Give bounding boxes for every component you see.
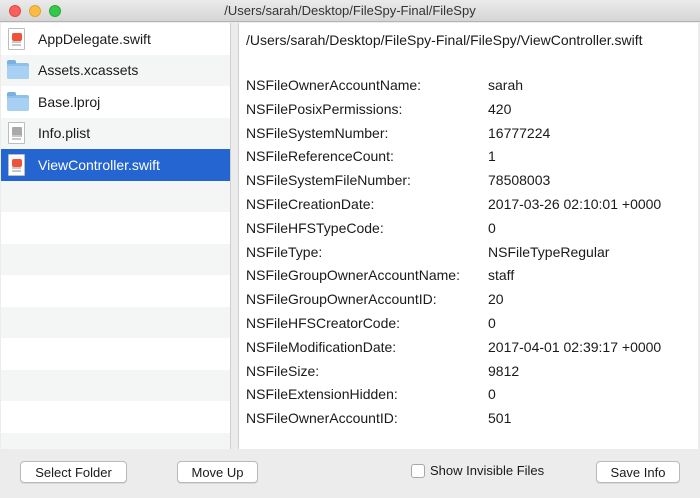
move-up-button[interactable]: Move Up — [177, 461, 258, 483]
file-list-item[interactable]: AppDelegate.swift — [1, 23, 230, 55]
attribute-row: NSFileCreationDate: 2017-03-26 02:10:01 +… — [246, 196, 696, 220]
file-path: /Users/sarah/Desktop/FileSpy-Final/FileS… — [246, 32, 643, 48]
attribute-value: staff — [488, 267, 515, 284]
file-list-item-label: Base.lproj — [38, 93, 101, 110]
select-folder-button[interactable]: Select Folder — [20, 461, 127, 483]
file-list-empty-row — [1, 212, 230, 244]
file-list-item-label: AppDelegate.swift — [38, 30, 151, 47]
file-list-item-label: ViewController.swift — [38, 156, 160, 173]
attribute-key: NSFileOwnerAccountID: — [246, 410, 398, 427]
attribute-value: 0 — [488, 386, 496, 403]
attribute-row: NSFileOwnerAccountName: sarah — [246, 77, 696, 101]
attribute-value: NSFileTypeRegular — [488, 243, 610, 260]
file-list-empty-row — [1, 401, 230, 433]
attribute-key: NSFileCreationDate: — [246, 195, 375, 212]
attribute-row: NSFileSystemNumber: 16777224 — [246, 125, 696, 149]
attribute-row: NSFileGroupOwnerAccountID: 20 — [246, 291, 696, 315]
attribute-row: NSFilePosixPermissions: 420 — [246, 101, 696, 125]
attribute-value: 0 — [488, 219, 496, 236]
swift-file-icon — [7, 153, 27, 177]
attribute-row: NSFileModificationDate: 2017-04-01 02:39:… — [246, 339, 696, 363]
attribute-row: NSFileHFSCreatorCode: 0 — [246, 315, 696, 339]
title-bar[interactable]: /Users/sarah/Desktop/FileSpy-Final/FileS… — [0, 0, 700, 22]
attribute-key: NSFileGroupOwnerAccountID: — [246, 291, 437, 308]
folder-icon — [7, 90, 29, 114]
attribute-row: NSFileSize: 9812 — [246, 363, 696, 387]
attribute-key: NSFileOwnerAccountName: — [246, 77, 422, 93]
file-list-empty-row — [1, 338, 230, 370]
attribute-value: 78508003 — [488, 172, 551, 189]
file-list-empty-row — [1, 306, 230, 338]
attribute-key: NSFileModificationDate: — [246, 338, 397, 355]
attribute-key: NSFileSystemFileNumber: — [246, 172, 411, 189]
attribute-value: 9812 — [488, 362, 520, 379]
save-info-button[interactable]: Save Info — [596, 461, 680, 483]
file-list-item[interactable]: ViewController.swift — [1, 149, 230, 181]
file-list[interactable]: AppDelegate.swift Assets.xcassets Base.lpr… — [1, 23, 231, 449]
file-list-item-label: Info.plist — [38, 125, 91, 142]
file-list-empty-row — [1, 243, 230, 275]
attribute-key: NSFileSystemNumber: — [246, 124, 389, 141]
file-list-empty-row — [1, 180, 230, 212]
attribute-value: 420 — [488, 100, 512, 117]
attribute-value: 16777224 — [488, 124, 551, 141]
file-list-item[interactable]: Info.plist — [1, 117, 230, 149]
attribute-value: 20 — [488, 291, 504, 308]
show-invisible-files-toggle[interactable]: Show Invisible Files — [411, 463, 544, 478]
attribute-value: 501 — [488, 410, 512, 427]
attribute-row: NSFileExtensionHidden: 0 — [246, 386, 696, 410]
file-list-item[interactable]: Base.lproj — [1, 86, 230, 118]
attribute-value: 0 — [488, 314, 496, 331]
file-list-item-label: Assets.xcassets — [38, 62, 139, 79]
attribute-key: NSFileGroupOwnerAccountName: — [246, 267, 460, 284]
file-list-empty-row — [1, 432, 230, 449]
attribute-key: NSFileExtensionHidden: — [246, 386, 398, 403]
show-invisible-files-label[interactable]: Show Invisible Files — [430, 463, 544, 478]
file-info-panel: /Users/sarah/Desktop/FileSpy-Final/FileS… — [238, 23, 698, 449]
attribute-row: NSFileReferenceCount: 1 — [246, 148, 696, 172]
attribute-list: NSFileOwnerAccountName: sarah NSFilePosixP… — [246, 77, 696, 434]
plist-file-icon — [7, 121, 27, 145]
attribute-key: NSFileHFSTypeCode: — [246, 219, 384, 236]
folder-icon — [7, 58, 29, 82]
show-invisible-files-checkbox[interactable] — [411, 463, 425, 478]
attribute-key: NSFileType: — [246, 243, 323, 260]
attribute-key: NSFileSize: — [246, 362, 320, 379]
attribute-row: NSFileGroupOwnerAccountName: staff — [246, 267, 696, 291]
attribute-row: NSFileType: NSFileTypeRegular — [246, 244, 696, 268]
file-list-item[interactable]: Assets.xcassets — [1, 54, 230, 86]
file-spy-window: /Users/sarah/Desktop/FileSpy-Final/FileS… — [0, 0, 700, 498]
attribute-value: 2017-03-26 02:10:01 +0000 — [488, 195, 662, 212]
attribute-key: NSFileReferenceCount: — [246, 148, 394, 165]
attribute-value: sarah — [488, 77, 524, 93]
file-list-empty-row — [1, 275, 230, 307]
attribute-value: 2017-04-01 02:39:17 +0000 — [488, 338, 662, 355]
attribute-key: NSFilePosixPermissions: — [246, 100, 403, 117]
attribute-row: NSFileHFSTypeCode: 0 — [246, 220, 696, 244]
attribute-key: NSFileHFSCreatorCode: — [246, 314, 401, 331]
attribute-row: NSFileOwnerAccountID: 501 — [246, 410, 696, 434]
swift-file-icon — [7, 27, 27, 51]
attribute-row: NSFileSystemFileNumber: 78508003 — [246, 172, 696, 196]
attribute-value: 1 — [488, 148, 496, 165]
file-list-empty-row — [1, 369, 230, 401]
window-title: /Users/sarah/Desktop/FileSpy-Final/FileS… — [224, 3, 476, 18]
